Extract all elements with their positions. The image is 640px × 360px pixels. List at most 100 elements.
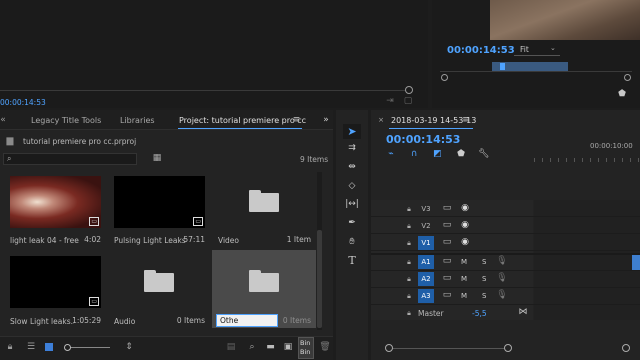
snap-icon[interactable]: ⌁ <box>386 149 396 159</box>
item-duration: 57:11 <box>183 235 205 244</box>
go-to-out-icon[interactable]: ⋈ <box>518 308 528 317</box>
sort-icon[interactable]: ⇕ <box>124 342 134 352</box>
tabs-overflow-right-icon[interactable]: » <box>321 115 331 125</box>
icon-view-button[interactable] <box>45 343 53 351</box>
sync-lock-icon[interactable]: ▭ <box>442 274 452 283</box>
find-bin-icon[interactable]: ▦ <box>152 154 162 163</box>
nest-icon[interactable]: ◩ <box>432 149 443 159</box>
eye-icon[interactable]: ◉ <box>460 204 470 213</box>
clip-type-icon: ▭ <box>89 217 99 226</box>
lock-track-icon[interactable]: 🔒︎ <box>405 309 413 317</box>
pen-tool-icon[interactable]: ✒ <box>345 217 359 229</box>
wrench-icon[interactable]: 🔧︎ <box>478 149 489 159</box>
trash-icon[interactable]: 🗑︎ <box>319 342 330 352</box>
solo-button[interactable]: S <box>482 292 486 300</box>
slip-tool-icon[interactable]: |↔| <box>345 198 359 210</box>
sync-lock-icon[interactable]: ▭ <box>442 221 452 230</box>
solo-button[interactable]: S <box>482 275 486 283</box>
linked-selection-icon[interactable]: ∩ <box>409 149 419 159</box>
mute-button[interactable]: M <box>461 258 467 266</box>
lock-track-icon[interactable]: 🔒︎ <box>405 292 413 300</box>
find-icon[interactable]: ⌕ <box>247 342 257 352</box>
timeline-menu-icon[interactable]: ≡ <box>462 115 470 125</box>
marker-icon[interactable]: ⬟ <box>618 89 626 98</box>
track-target-v2[interactable]: V2 <box>418 219 434 233</box>
item-thumb-pulsing[interactable]: ▭ <box>114 176 205 228</box>
type-tool-icon[interactable]: T <box>345 254 359 266</box>
item-duration: 4:02 <box>84 235 101 244</box>
solo-button[interactable]: S <box>482 258 486 266</box>
track-target-v1[interactable]: V1 <box>418 236 434 250</box>
lock-track-icon[interactable]: 🔒︎ <box>405 222 413 230</box>
sync-lock-icon[interactable]: ▭ <box>442 257 452 266</box>
source-timecode: 00:00:14:53 <box>0 98 46 107</box>
program-scrub-handle-right[interactable] <box>624 74 631 81</box>
selection-tool-icon[interactable]: ➤ <box>345 124 359 138</box>
item-thumb-slow[interactable]: ▭ <box>10 256 101 308</box>
zoom-slider-handle[interactable] <box>64 344 71 351</box>
eye-icon[interactable]: ◉ <box>460 238 470 247</box>
lock-icon[interactable]: 🔒︎ <box>6 342 14 352</box>
timeline-timecode[interactable]: 00:00:14:53 <box>386 133 460 146</box>
razor-tool-icon[interactable]: ◇ <box>345 180 359 192</box>
lock-track-icon[interactable]: 🔒︎ <box>405 205 413 213</box>
items-count: 9 Items <box>300 155 329 164</box>
master-value[interactable]: -5,5 <box>472 309 487 318</box>
source-scrub-handle[interactable] <box>405 86 413 94</box>
lock-track-icon[interactable]: 🔒︎ <box>405 258 413 266</box>
folder-icon <box>144 270 174 292</box>
tab-legacy-title-tools[interactable]: Legacy Title Tools <box>31 116 101 125</box>
track-target-a2[interactable]: A2 <box>418 272 434 286</box>
source-scrub-bar[interactable] <box>0 90 410 91</box>
program-playhead[interactable] <box>500 63 505 70</box>
list-view-icon[interactable]: ☰ <box>26 342 36 352</box>
audio-clip-a1[interactable] <box>632 255 640 270</box>
sync-lock-icon[interactable]: ▭ <box>442 204 452 213</box>
tab-project[interactable]: Project: tutorial premiere pro cc <box>179 116 306 125</box>
mute-button[interactable]: M <box>461 275 467 283</box>
program-scrub-handle-left[interactable] <box>441 74 448 81</box>
item-thumb-leak[interactable]: ▭ <box>10 176 101 228</box>
panel-menu-icon[interactable]: ≡ <box>292 115 301 125</box>
sync-lock-icon[interactable]: ▭ <box>442 291 452 300</box>
timeline-h-scroll[interactable] <box>388 348 508 349</box>
chevron-down-icon: ⌄ <box>550 44 556 52</box>
search-icon: ⌕ <box>7 154 12 163</box>
ripple-edit-tool-icon[interactable]: ⇹ <box>345 161 359 173</box>
timeline-scroll-handle-right[interactable] <box>504 344 512 352</box>
timeline-scroll-handle-left[interactable] <box>385 344 393 352</box>
timeline-scroll-handle-far[interactable] <box>622 344 630 352</box>
add-marker-icon[interactable]: ⬟ <box>456 149 466 159</box>
search-input[interactable]: ⌕ <box>3 153 137 165</box>
lock-track-icon[interactable]: 🔒︎ <box>405 239 413 247</box>
microphone-icon[interactable]: 🎙︎ <box>496 274 507 283</box>
track-select-tool-icon[interactable]: ⇉ <box>345 142 359 154</box>
mute-button[interactable]: M <box>461 292 467 300</box>
eye-icon[interactable]: ◉ <box>460 221 470 230</box>
hand-tool-icon[interactable]: ✋︎ <box>345 236 359 248</box>
microphone-icon[interactable]: 🎙︎ <box>496 257 507 266</box>
new-bin-icon[interactable]: ▬ <box>265 342 276 352</box>
tabs-overflow-left-icon[interactable]: « <box>0 115 6 125</box>
time-ruler[interactable] <box>534 152 640 162</box>
bin-button[interactable]: Bin Bin <box>298 337 314 359</box>
sync-lock-icon[interactable]: ▭ <box>442 238 452 247</box>
button-editor-icon[interactable]: ▢ <box>402 96 414 106</box>
microphone-icon[interactable]: 🎙︎ <box>496 291 507 300</box>
export-frame-icon[interactable]: ⇥ <box>384 96 396 106</box>
item-name: light leak 04 - free ... <box>10 236 80 245</box>
zoom-slider-track[interactable] <box>66 347 110 348</box>
bin-rename-input[interactable]: Othe <box>216 314 278 327</box>
track-target-v3[interactable]: V3 <box>418 202 434 216</box>
bin-video[interactable] <box>218 176 311 228</box>
track-target-a3[interactable]: A3 <box>418 289 434 303</box>
automate-to-sequence-icon[interactable]: ▤ <box>226 342 236 352</box>
track-target-a1[interactable]: A1 <box>418 255 434 269</box>
lock-track-icon[interactable]: 🔒︎ <box>405 275 413 283</box>
tab-libraries[interactable]: Libraries <box>120 116 155 125</box>
close-icon[interactable]: × <box>377 116 385 124</box>
bin-audio[interactable] <box>114 256 205 308</box>
new-item-icon[interactable]: ▣ <box>283 342 293 352</box>
zoom-select[interactable]: Fit ⌄ <box>514 44 560 56</box>
project-scroll-thumb[interactable] <box>317 230 322 328</box>
